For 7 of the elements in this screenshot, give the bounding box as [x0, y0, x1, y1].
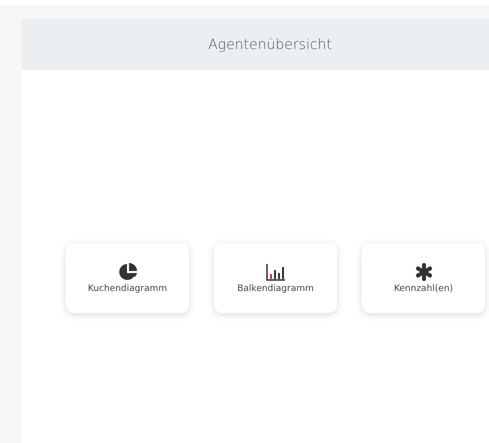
bar-chart-option[interactable]: Balkendiagramm	[214, 243, 337, 313]
pie-chart-option[interactable]: Kuchendiagramm	[66, 243, 189, 313]
panel-title: Agentenübersicht	[208, 36, 332, 52]
bar-chart-icon	[266, 262, 286, 280]
metric-option[interactable]: Kennzahl(en)	[362, 243, 485, 313]
pie-chart-icon	[118, 262, 136, 280]
asterisk-icon	[414, 262, 432, 280]
